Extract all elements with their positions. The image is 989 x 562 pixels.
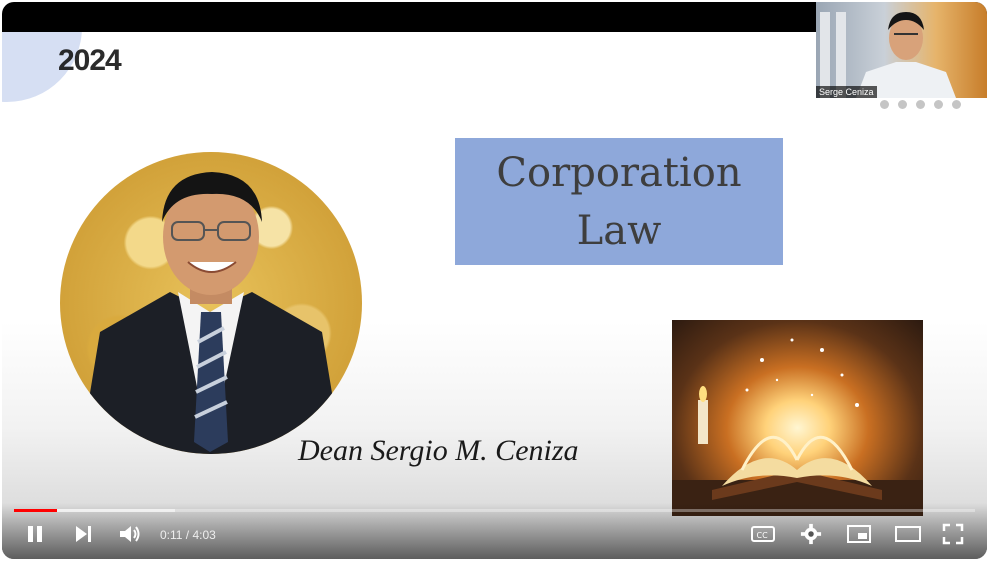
time-display: 0:11 / 4:03: [160, 528, 216, 542]
participant-camera: Serge Ceniza: [816, 2, 987, 98]
pager-dot[interactable]: [898, 100, 907, 109]
player-controls: 0:11 / 4:03 CC: [2, 503, 987, 559]
captions-button[interactable]: CC: [750, 523, 776, 545]
volume-icon: [118, 523, 142, 545]
theater-icon: [894, 523, 922, 545]
slide-title-box: Corporation Law: [455, 138, 783, 265]
theater-mode-button[interactable]: [894, 523, 922, 545]
mute-button[interactable]: [118, 523, 142, 545]
played-bar: [14, 509, 57, 512]
next-icon: [72, 523, 94, 545]
pause-icon: [24, 523, 46, 545]
pager-dots: [880, 100, 961, 109]
miniplayer-icon: [846, 523, 872, 545]
fullscreen-icon: [942, 523, 964, 545]
captions-icon: CC: [750, 523, 776, 545]
pager-dot[interactable]: [934, 100, 943, 109]
miniplayer-button[interactable]: [846, 523, 872, 545]
settings-button[interactable]: [799, 523, 823, 545]
slide-title: Corporation Law: [496, 149, 742, 254]
progress-bar[interactable]: [14, 509, 975, 512]
presentation-slide: Corporation Law Dean Sergio M. Ceniza 20…: [2, 32, 987, 559]
settings-icon: [799, 523, 823, 545]
fullscreen-button[interactable]: [942, 523, 964, 545]
speaker-portrait: [60, 152, 362, 454]
captions-label: CC: [757, 531, 769, 540]
pause-button[interactable]: [24, 523, 46, 545]
speaker-name: Dean Sergio M. Ceniza: [298, 434, 579, 467]
pager-dot[interactable]: [880, 100, 889, 109]
participant-name-label: Serge Ceniza: [816, 86, 877, 98]
year-watermark: 2024: [58, 44, 122, 77]
pager-dot[interactable]: [916, 100, 925, 109]
next-button[interactable]: [72, 523, 94, 545]
open-book-image: [672, 320, 923, 516]
video-player[interactable]: Corporation Law Dean Sergio M. Ceniza 20…: [2, 2, 987, 559]
pager-dot[interactable]: [952, 100, 961, 109]
